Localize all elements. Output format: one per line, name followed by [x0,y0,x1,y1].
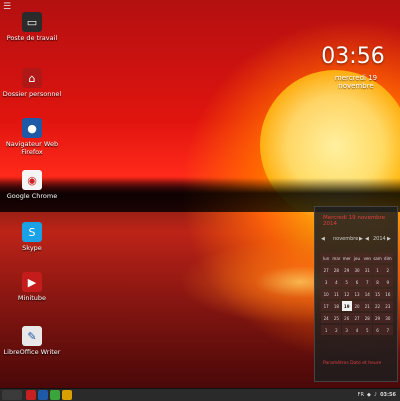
day-cell[interactable]: 17 [321,301,332,311]
desktop-icon-libreoffice-writer[interactable]: ✎ LibreOffice Writer [2,326,62,356]
month-label: novembre [333,236,359,242]
calendar-nav: ◀ novembre ▶ ◀ 2014 ▶ [321,236,393,243]
day-cell[interactable]: 30 [352,265,362,275]
weekday-cell: lun [321,253,332,263]
calendar-week-row: 1 2 3 4 5 6 7 [321,324,393,336]
minitube-icon: ▶ [22,272,42,292]
day-cell[interactable]: 25 [331,313,342,323]
day-cell[interactable]: 22 [372,301,383,311]
weekday-cell: sam [372,253,383,263]
start-button[interactable] [2,390,22,400]
calendar-title: Mercredi 19 novembre 2014 [323,215,386,227]
menu-icon[interactable]: ☰ [3,3,11,12]
taskbar-app-4-icon[interactable] [62,390,72,400]
day-cell[interactable]: 1 [372,265,383,275]
weekday-cell: jeu [352,253,362,263]
calendar-week-row: 27 28 29 30 31 1 2 [321,264,393,276]
day-cell[interactable]: 31 [362,265,373,275]
day-cell[interactable]: 10 [321,289,332,299]
day-cell[interactable]: 11 [331,289,342,299]
weekday-cell: dim [382,253,393,263]
desktop-icon-poste-de-travail[interactable]: ▭ Poste de travail [2,12,62,42]
day-cell[interactable]: 26 [341,313,352,323]
calendar-popup: Mercredi 19 novembre 2014 ◀ novembre ▶ ◀… [314,206,398,382]
day-cell[interactable]: 5 [362,325,373,335]
computer-icon: ▭ [22,12,42,32]
day-cell[interactable]: 3 [341,325,352,335]
keyboard-layout[interactable]: FR [358,392,364,398]
day-cell[interactable]: 27 [321,265,332,275]
next-year-icon[interactable]: ▶ [387,236,391,242]
day-cell[interactable]: 4 [352,325,362,335]
taskbar-app-1-icon[interactable] [26,390,36,400]
writer-icon: ✎ [22,326,42,346]
home-folder-icon: ⌂ [22,68,42,88]
desktop-icon-dossier-personnel[interactable]: ⌂ Dossier personnel [2,68,62,98]
chrome-icon: ◉ [22,170,42,190]
day-cell[interactable]: 16 [382,289,393,299]
clock-date: mercredi 19 novembre [334,74,378,90]
day-cell[interactable]: 23 [382,301,393,311]
desktop-icon-google-chrome[interactable]: ◉ Google Chrome [2,170,62,200]
day-cell[interactable]: 1 [321,325,332,335]
taskbar: FR ◆ ♪ 03:56 [0,388,400,401]
day-cell[interactable]: 24 [321,313,332,323]
weekday-cell: mar [331,253,342,263]
day-cell[interactable]: 21 [362,301,373,311]
calendar-week-row: 24 25 26 27 28 29 30 [321,312,393,324]
day-cell[interactable]: 12 [341,289,352,299]
weekday-cell: ven [362,253,373,263]
day-cell[interactable]: 7 [362,277,373,287]
taskbar-app-3-icon[interactable] [50,390,60,400]
desktop-icon-minitube[interactable]: ▶ Minitube [2,272,62,302]
next-month-icon[interactable]: ▶ [359,236,363,242]
desktop-icon-skype[interactable]: S Skype [2,222,62,252]
day-cell[interactable]: 30 [382,313,393,323]
firefox-icon: ● [22,118,42,138]
day-cell[interactable]: 6 [372,325,383,335]
date-time-settings-link[interactable]: Paramètres Date et heure [323,361,381,366]
day-cell[interactable]: 6 [352,277,362,287]
day-cell[interactable]: 9 [382,277,393,287]
taskbar-clock[interactable]: 03:56 [380,392,396,398]
day-cell[interactable]: 29 [372,313,383,323]
system-tray: FR ◆ ♪ 03:56 [358,390,396,400]
day-cell[interactable]: 15 [372,289,383,299]
day-cell[interactable]: 8 [372,277,383,287]
volume-icon[interactable]: ♪ [374,392,377,398]
day-cell[interactable]: 18 [331,301,342,311]
day-cell[interactable]: 27 [352,313,362,323]
calendar-week-row: 10 11 12 13 14 15 16 [321,288,393,300]
weekday-header: lun mar mer jeu ven sam dim [321,252,393,264]
day-cell[interactable]: 3 [321,277,332,287]
day-cell[interactable]: 7 [382,325,393,335]
calendar-week-row: 17 18 19 20 21 22 23 [321,300,393,312]
day-cell[interactable]: 29 [341,265,352,275]
clock-time: 03:56 [321,44,385,69]
calendar-grid: lun mar mer jeu ven sam dim 27 28 29 30 … [321,252,393,336]
day-cell[interactable]: 28 [362,313,373,323]
weekday-cell: mer [341,253,352,263]
today-cell[interactable]: 19 [341,301,352,311]
day-cell[interactable]: 20 [352,301,362,311]
day-cell[interactable]: 2 [331,325,342,335]
skype-icon: S [22,222,42,242]
prev-year-icon[interactable]: ◀ [365,236,369,242]
desktop-icon-firefox[interactable]: ● Navigateur Web Firefox [2,118,62,156]
day-cell[interactable]: 4 [331,277,342,287]
day-cell[interactable]: 28 [331,265,342,275]
day-cell[interactable]: 14 [362,289,373,299]
taskbar-app-2-icon[interactable] [38,390,48,400]
day-cell[interactable]: 2 [382,265,393,275]
prev-month-icon[interactable]: ◀ [321,236,325,242]
network-icon[interactable]: ◆ [367,392,371,398]
year-label: 2014 [373,236,386,242]
day-cell[interactable]: 13 [352,289,362,299]
calendar-week-row: 3 4 5 6 7 8 9 [321,276,393,288]
day-cell[interactable]: 5 [341,277,352,287]
